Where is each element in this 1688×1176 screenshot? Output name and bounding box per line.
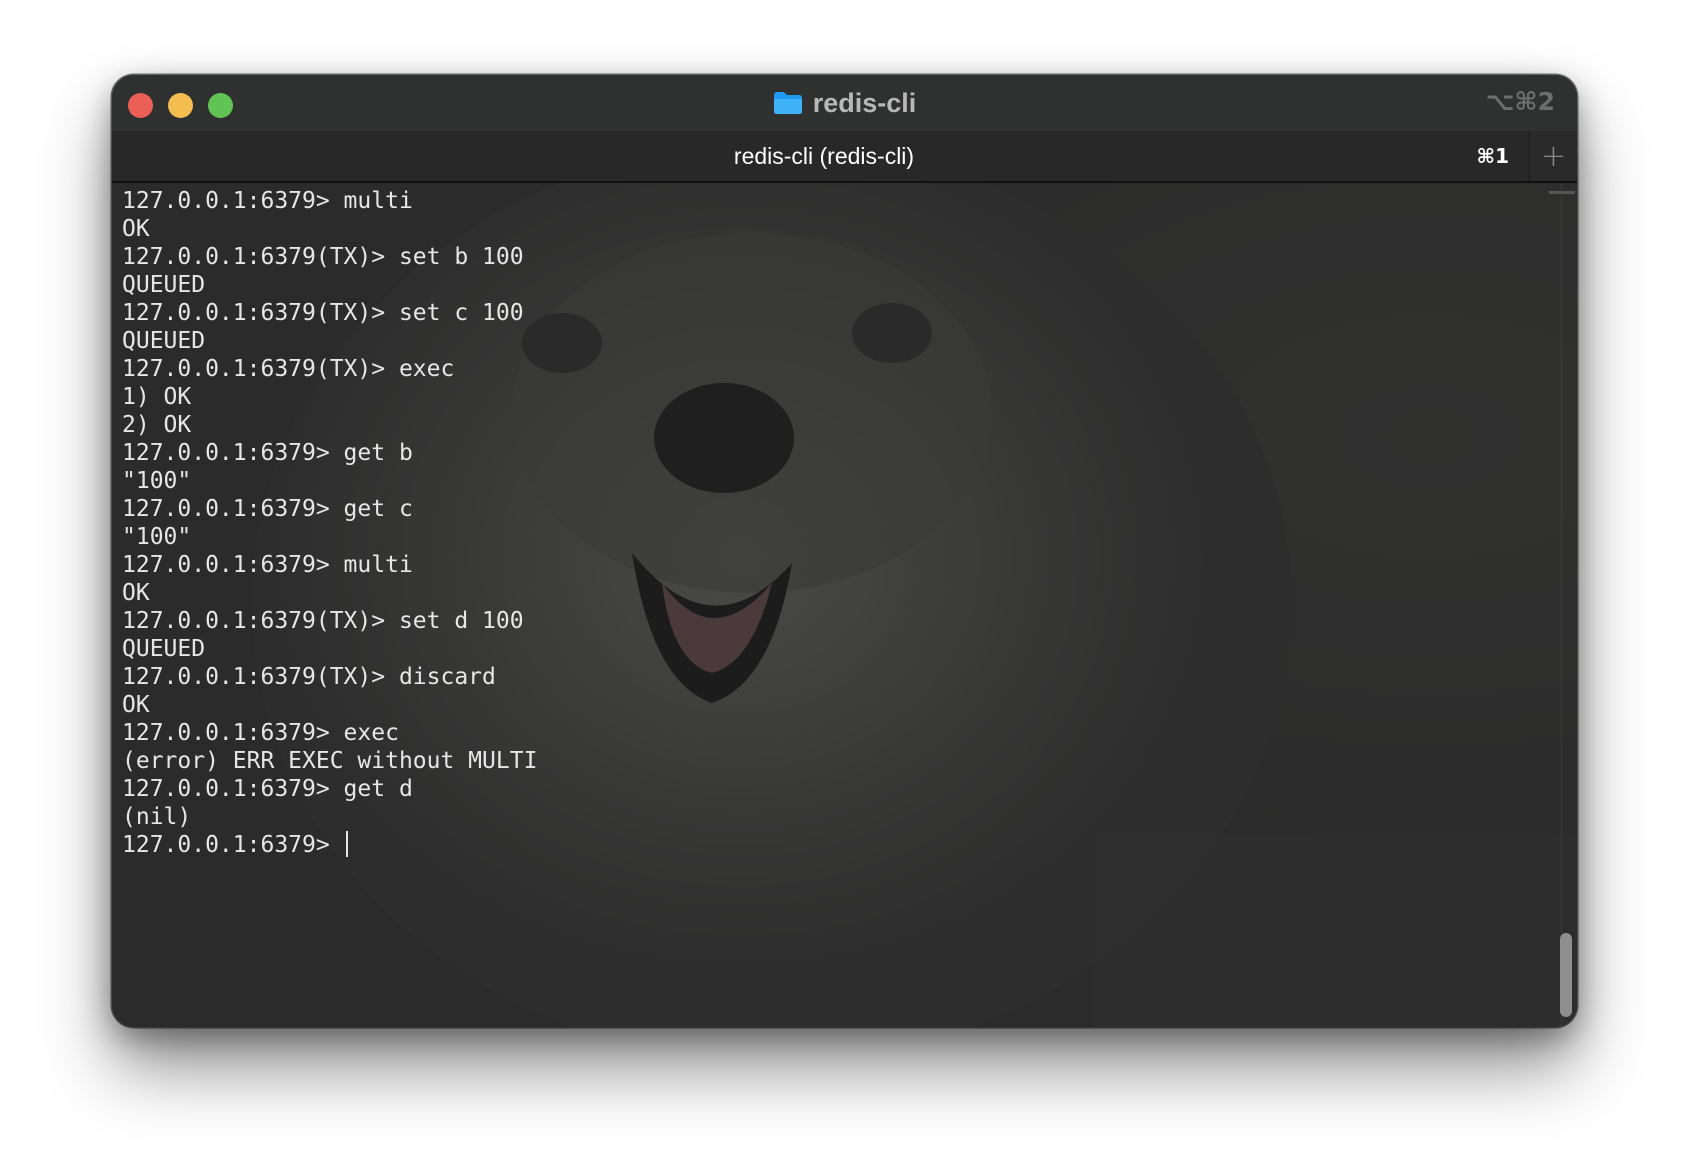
terminal-line: 127.0.0.1:6379> get b — [122, 440, 413, 466]
window-title: redis-cli — [812, 87, 917, 118]
terminal-line: 127.0.0.1:6379(TX)> set c 100 — [122, 300, 524, 326]
terminal-line: 127.0.0.1:6379> multi — [122, 188, 413, 214]
terminal-line: "100" — [122, 524, 192, 550]
terminal-line: 127.0.0.1:6379(TX)> set d 100 — [122, 608, 524, 634]
terminal-line: 127.0.0.1:6379> get c — [122, 496, 413, 522]
terminal-line: 127.0.0.1:6379> exec — [122, 720, 399, 746]
plus-icon: + — [1540, 138, 1567, 174]
terminal-output: 127.0.0.1:6379> multi OK 127.0.0.1:6379(TX… — [122, 187, 537, 859]
text-cursor — [345, 831, 348, 857]
terminal-line: QUEUED — [122, 272, 206, 298]
terminal-window: redis-cli ⌥⌘2 redis-cli (redis-cli) ⌘1 + — [112, 75, 1577, 1027]
terminal-line: 127.0.0.1:6379(TX)> set b 100 — [122, 244, 524, 270]
terminal-line: OK — [122, 580, 150, 606]
window-shortcut: ⌥⌘2 — [1485, 87, 1555, 116]
terminal-prompt-line[interactable]: 127.0.0.1:6379> — [122, 831, 537, 859]
terminal-line: "100" — [122, 468, 192, 494]
terminal-line: 127.0.0.1:6379> multi — [122, 552, 413, 578]
terminal-content[interactable]: 127.0.0.1:6379> multi OK 127.0.0.1:6379(TX… — [112, 183, 1577, 1027]
scrollbar-top-marker — [1549, 191, 1575, 194]
terminal-line: 2) OK — [122, 412, 192, 438]
terminal-prompt: 127.0.0.1:6379> — [122, 832, 344, 858]
terminal-line: QUEUED — [122, 328, 206, 354]
terminal-line: OK — [122, 692, 150, 718]
terminal-line: 127.0.0.1:6379(TX)> discard — [122, 664, 496, 690]
tab-shortcut: ⌘1 — [1476, 144, 1509, 168]
terminal-line: 127.0.0.1:6379(TX)> exec — [122, 356, 455, 382]
tab-redis-cli[interactable]: redis-cli (redis-cli) — [112, 131, 1536, 181]
terminal-line: 127.0.0.1:6379> get d — [122, 776, 413, 802]
scrollbar-track[interactable] — [1561, 183, 1562, 1027]
folder-icon — [773, 91, 803, 115]
terminal-line: OK — [122, 216, 150, 242]
terminal-line: (error) ERR EXEC without MULTI — [122, 748, 538, 774]
new-tab-button[interactable]: + — [1529, 131, 1577, 181]
terminal-line: 1) OK — [122, 384, 192, 410]
terminal-line: QUEUED — [122, 636, 206, 662]
title-bar[interactable]: redis-cli ⌥⌘2 — [112, 75, 1577, 131]
tab-bar: redis-cli (redis-cli) ⌘1 + — [112, 131, 1577, 183]
terminal-line: (nil) — [122, 804, 192, 830]
scrollbar-thumb[interactable] — [1560, 933, 1572, 1017]
